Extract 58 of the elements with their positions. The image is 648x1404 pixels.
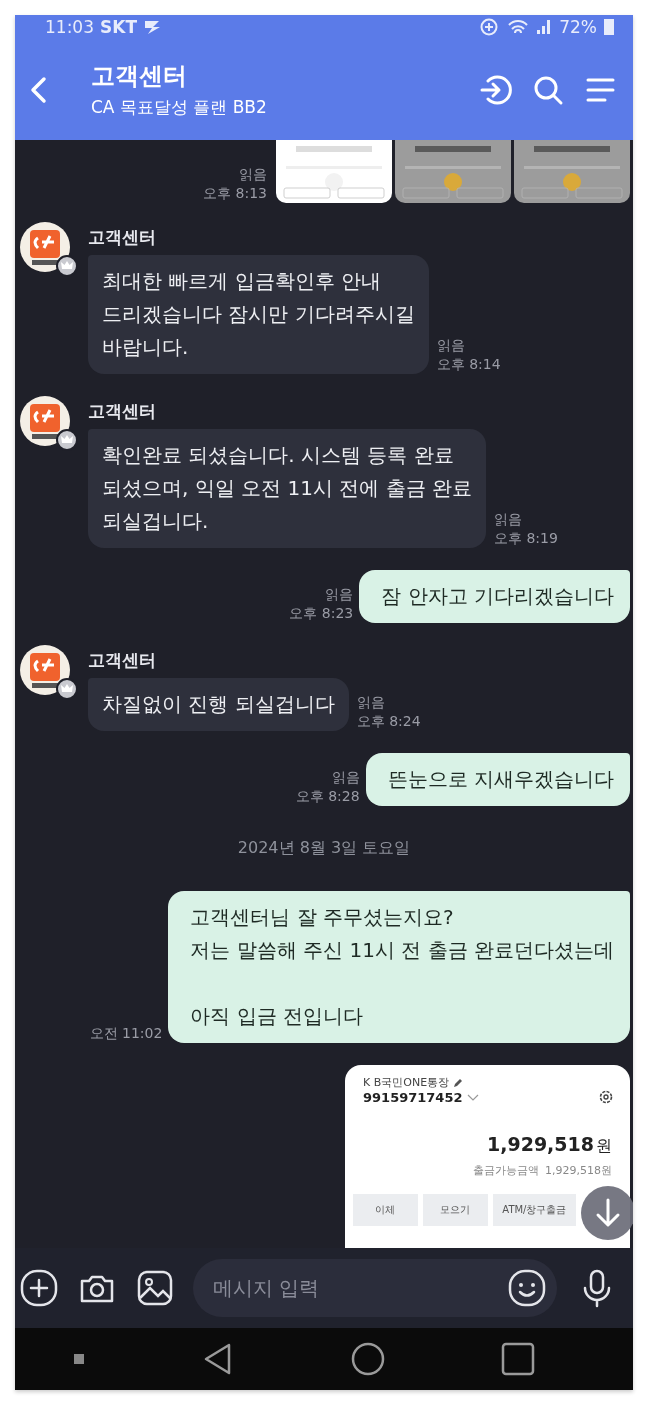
read-status: 읽음 xyxy=(239,165,267,184)
sender-name: 고객센터 xyxy=(88,226,157,249)
crown-badge-icon xyxy=(56,429,78,451)
emoji-icon[interactable] xyxy=(507,1268,547,1308)
message-time: 오후 8:23 xyxy=(289,604,354,623)
crown-badge-icon xyxy=(56,255,78,277)
recents-nav-icon[interactable] xyxy=(501,1342,535,1376)
pencil-icon xyxy=(453,1077,464,1088)
battery-level: 72% xyxy=(559,17,597,37)
account-screenshot[interactable]: K B국민ONE통장 99159717452 1,929,518 원 출금가능금액 1,929,518원 이체 모으기 ATM/창구출금 xyxy=(345,1065,630,1248)
avatar-logo[interactable] xyxy=(20,396,70,446)
crown-badge-icon xyxy=(56,678,78,700)
chat-subtitle: CA 목표달성 플랜 BB2 xyxy=(91,96,268,119)
avatar-logo[interactable] xyxy=(20,222,70,272)
read-status: 읽음 xyxy=(331,768,360,787)
message-bubble: 확인완료 되셨습니다. 시스템 등록 완료 되셨으며, 익일 오전 11시 전에 출금 완료 되실겁니다. xyxy=(88,429,486,548)
status-time: 11:03 xyxy=(45,17,94,37)
balance-amount: 1,929,518 xyxy=(487,1133,594,1155)
image-icon[interactable] xyxy=(135,1268,175,1308)
message-time: 오전 11:02 xyxy=(89,1024,163,1043)
message-time: 오후 8:13 xyxy=(203,184,267,203)
message-bubble: 잠 안자고 기다리겠습니다 xyxy=(359,570,630,623)
message-bubble: 고객센터님 잘 주무셨는지요? 저는 말씀해 주신 11시 전 출금 완료던다셨는데 아직 입금 전입니다 xyxy=(168,891,630,1043)
sender-name: 고객센터 xyxy=(88,649,157,672)
home-nav-icon[interactable] xyxy=(351,1342,385,1376)
carrier-name: SKT xyxy=(100,17,137,37)
message-time: 오후 8:14 xyxy=(436,355,501,374)
chat-title: 고객센터 xyxy=(91,61,188,92)
message-bubble: 뜬눈으로 지새우겠습니다 xyxy=(365,753,630,806)
chevron-down-icon xyxy=(466,1093,479,1102)
message-time: 오후 8:19 xyxy=(493,529,558,548)
message-field[interactable]: 메시지 입력 xyxy=(193,1259,557,1317)
message-time: 오후 8:24 xyxy=(356,712,421,731)
message-bubble: 최대한 빠르게 입금확인후 안내 드리겠습니다 잠시만 기다려주시길 바랍니다. xyxy=(88,255,429,374)
settings-icon xyxy=(598,1089,614,1105)
message-time: 오후 8:28 xyxy=(295,787,360,806)
read-status: 읽음 xyxy=(325,585,354,604)
account-action-button: ATM/창구출금 xyxy=(492,1194,576,1226)
account-action-button: 이체 xyxy=(353,1194,418,1226)
read-status: 읽음 xyxy=(493,510,522,529)
account-action-button: 모으기 xyxy=(422,1194,488,1226)
add-icon[interactable] xyxy=(19,1268,59,1308)
enter-icon[interactable] xyxy=(479,72,513,107)
read-status: 읽음 xyxy=(356,693,385,712)
battery-icon xyxy=(603,18,615,36)
message-input[interactable]: 메시지 입력 xyxy=(211,1275,507,1301)
date-divider: 2024년 8월 3일 토요일 xyxy=(236,838,412,859)
account-name: K B국민ONE통장 xyxy=(363,1075,450,1090)
currency-unit: 원 xyxy=(596,1136,612,1157)
available-amount: 1,929,518원 xyxy=(545,1163,612,1178)
available-label: 출금가능금액 xyxy=(473,1163,539,1178)
wifi-icon xyxy=(507,18,530,36)
read-status: 읽음 xyxy=(436,336,465,355)
scroll-down-button[interactable] xyxy=(581,1186,633,1240)
message-bubble: 차질없이 진행 되실겁니다 xyxy=(88,678,349,731)
sender-name: 고객센터 xyxy=(88,400,157,423)
account-number: 99159717452 xyxy=(363,1090,463,1105)
avatar-logo[interactable] xyxy=(20,645,70,695)
